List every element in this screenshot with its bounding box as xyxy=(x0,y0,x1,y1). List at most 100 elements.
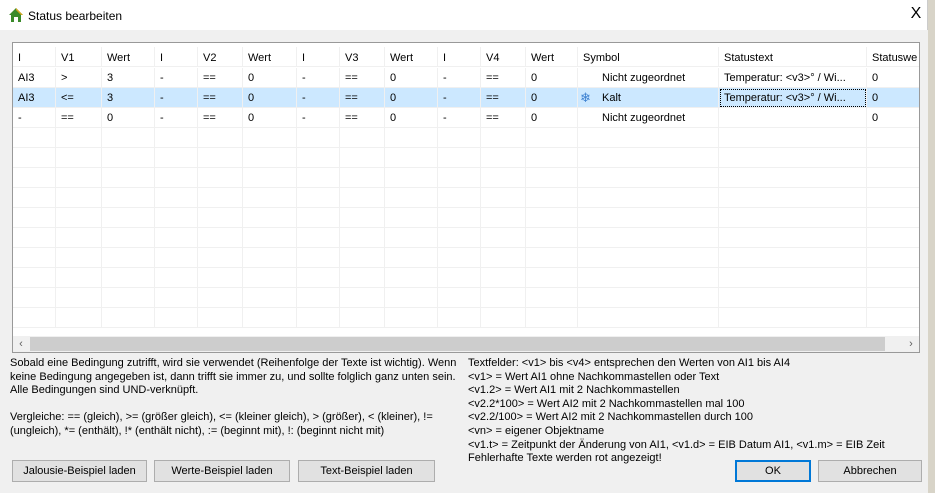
table-cell[interactable] xyxy=(198,308,243,328)
table-cell[interactable] xyxy=(243,288,297,308)
table-row[interactable]: - == 0 - == 0 - == 0 - == 0 Nicht zugeordnet 0 xyxy=(13,108,919,128)
table-cell[interactable] xyxy=(481,268,526,288)
ok-button[interactable]: OK xyxy=(735,460,811,482)
table-cell[interactable]: == xyxy=(340,68,385,88)
table-cell[interactable] xyxy=(438,208,481,228)
table-row[interactable]: AI3 >3 - == 0 - == 0 - == 0 Nicht zugeordnet Tempera… xyxy=(13,68,919,88)
table-cell[interactable] xyxy=(102,308,155,328)
table-cell[interactable] xyxy=(867,208,919,228)
table-cell[interactable] xyxy=(198,148,243,168)
table-cell[interactable] xyxy=(56,308,102,328)
table-cell[interactable]: 0 xyxy=(867,68,919,88)
table-cell[interactable] xyxy=(56,168,102,188)
table-cell[interactable] xyxy=(198,228,243,248)
table-row[interactable] xyxy=(13,248,919,268)
table-cell[interactable]: Nicht zugeordnet xyxy=(578,68,719,88)
table-cell[interactable] xyxy=(385,248,438,268)
table-cell[interactable]: == xyxy=(340,88,385,108)
table-cell[interactable]: 0 xyxy=(867,108,919,128)
table-cell[interactable]: 0 xyxy=(526,108,578,128)
table-cell[interactable] xyxy=(438,228,481,248)
table-cell[interactable] xyxy=(526,308,578,328)
column-header[interactable]: Statuswe xyxy=(867,47,919,67)
table-cell[interactable]: 0 xyxy=(385,88,438,108)
table-cell[interactable] xyxy=(385,228,438,248)
table-cell[interactable] xyxy=(526,148,578,168)
table-cell[interactable] xyxy=(526,248,578,268)
table-cell[interactable]: 0 xyxy=(526,68,578,88)
table-cell[interactable] xyxy=(198,168,243,188)
load-text-example-button[interactable]: Text-Beispiel laden xyxy=(298,460,435,482)
table-cell[interactable] xyxy=(578,268,719,288)
table-cell[interactable] xyxy=(13,288,56,308)
table-cell[interactable] xyxy=(578,148,719,168)
table-cell[interactable] xyxy=(438,188,481,208)
table-cell[interactable] xyxy=(526,128,578,148)
table-cell[interactable] xyxy=(578,248,719,268)
scroll-left-icon[interactable]: ‹ xyxy=(13,336,29,352)
table-cell[interactable] xyxy=(438,148,481,168)
table-cell[interactable] xyxy=(526,288,578,308)
table-cell[interactable]: 3 xyxy=(102,68,155,88)
table-cell[interactable] xyxy=(867,248,919,268)
table-cell[interactable]: Temperatur: <v3>° / Wi... xyxy=(719,88,867,108)
table-cell[interactable] xyxy=(102,208,155,228)
table-cell[interactable] xyxy=(56,208,102,228)
table-cell[interactable]: 0 xyxy=(243,108,297,128)
table-cell[interactable]: - xyxy=(13,108,56,128)
table-cell[interactable]: 0 xyxy=(385,68,438,88)
table-cell[interactable] xyxy=(155,148,198,168)
table-cell[interactable] xyxy=(340,288,385,308)
table-cell[interactable]: == xyxy=(198,88,243,108)
table-cell[interactable]: 0 xyxy=(243,68,297,88)
scroll-right-icon[interactable]: › xyxy=(903,336,919,352)
table-cell[interactable] xyxy=(155,208,198,228)
table-cell[interactable] xyxy=(340,188,385,208)
column-header[interactable]: Wert xyxy=(385,47,438,67)
table-cell[interactable] xyxy=(719,168,867,188)
table-cell[interactable]: ❄ Kalt xyxy=(578,88,719,108)
column-header[interactable]: V4 xyxy=(481,47,526,67)
table-cell[interactable] xyxy=(56,268,102,288)
table-cell[interactable] xyxy=(385,268,438,288)
table-cell[interactable]: == xyxy=(481,108,526,128)
table-cell[interactable]: AI3 xyxy=(13,68,56,88)
table-row[interactable] xyxy=(13,288,919,308)
table-cell[interactable] xyxy=(102,168,155,188)
table-cell[interactable] xyxy=(719,148,867,168)
column-header[interactable]: I xyxy=(155,47,198,67)
table-cell[interactable] xyxy=(867,188,919,208)
table-cell[interactable] xyxy=(526,168,578,188)
column-header[interactable]: Wert xyxy=(102,47,155,67)
table-cell[interactable] xyxy=(13,188,56,208)
table-cell[interactable] xyxy=(56,288,102,308)
table-row[interactable] xyxy=(13,228,919,248)
table-cell[interactable] xyxy=(438,308,481,328)
table-cell[interactable] xyxy=(385,148,438,168)
table-cell[interactable] xyxy=(243,268,297,288)
table-cell[interactable]: 0 xyxy=(243,88,297,108)
table-cell[interactable]: == xyxy=(481,68,526,88)
table-row[interactable] xyxy=(13,128,919,148)
table-row[interactable] xyxy=(13,208,919,228)
table-cell[interactable] xyxy=(340,208,385,228)
table-cell[interactable] xyxy=(155,128,198,148)
table-cell[interactable] xyxy=(578,208,719,228)
table-cell[interactable] xyxy=(867,228,919,248)
table-cell[interactable] xyxy=(719,268,867,288)
table-cell[interactable]: 0 xyxy=(867,88,919,108)
table-cell[interactable]: == xyxy=(340,108,385,128)
load-jalousie-example-button[interactable]: Jalousie-Beispiel laden xyxy=(12,460,147,482)
table-cell[interactable] xyxy=(438,128,481,148)
table-cell[interactable]: - xyxy=(155,68,198,88)
table-cell[interactable]: == xyxy=(198,68,243,88)
table-cell[interactable]: - xyxy=(155,88,198,108)
table-cell[interactable] xyxy=(340,248,385,268)
table-cell[interactable]: Temperatur: <v3>° / Wi... xyxy=(719,68,867,88)
table-cell[interactable] xyxy=(56,148,102,168)
table-cell[interactable] xyxy=(481,308,526,328)
cancel-button[interactable]: Abbrechen xyxy=(818,460,922,482)
horizontal-scrollbar[interactable]: ‹ › xyxy=(13,336,919,352)
column-header[interactable]: Statustext xyxy=(719,47,867,67)
column-header[interactable]: Wert xyxy=(526,47,578,67)
